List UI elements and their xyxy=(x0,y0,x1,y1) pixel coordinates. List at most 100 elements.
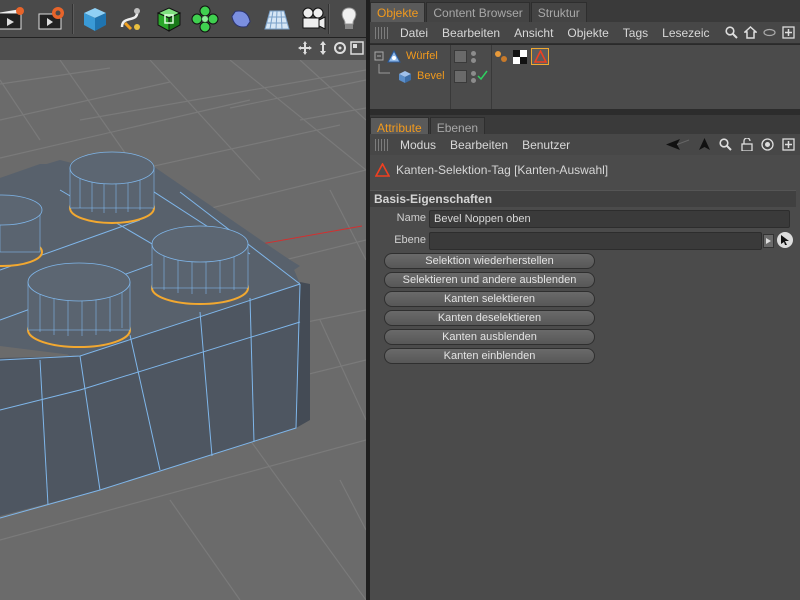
object-row-cube[interactable]: Würfel xyxy=(370,48,800,66)
unhide-edges-button[interactable]: Kanten einblenden xyxy=(384,348,595,364)
tab-structure[interactable]: Struktur xyxy=(530,2,587,22)
viewport-header xyxy=(0,38,366,60)
subdivision-surface-button[interactable] xyxy=(152,2,186,36)
dolly-icon[interactable] xyxy=(316,41,330,55)
spline-pen-icon xyxy=(120,8,140,31)
tab-content-browser[interactable]: Content Browser xyxy=(426,2,530,22)
camera-button[interactable] xyxy=(296,2,330,36)
lock-icon[interactable] xyxy=(739,137,754,152)
cube-object-button[interactable] xyxy=(78,2,112,36)
back-arrow-icon[interactable] xyxy=(665,137,691,152)
edge-selection-tag-icon xyxy=(534,50,547,63)
render-visibility-dot[interactable] xyxy=(471,78,476,83)
name-field-row: Name Bevel Noppen oben xyxy=(370,210,800,228)
menu-view[interactable]: Ansicht xyxy=(507,22,560,44)
new-window-icon[interactable] xyxy=(781,137,796,152)
menu-grip-icon[interactable] xyxy=(375,26,389,39)
layer-menu-arrow-icon[interactable] xyxy=(763,234,774,248)
new-window-icon[interactable] xyxy=(781,25,796,40)
object-manager-list: Würfel Bevel xyxy=(370,45,800,109)
hide-edges-button[interactable]: Kanten ausblenden xyxy=(384,329,595,345)
cloner-array-icon xyxy=(191,5,219,33)
attributes-menubar: Modus Bearbeiten Benutzer xyxy=(370,134,800,156)
tab-objects[interactable]: Objekte xyxy=(370,2,426,22)
toolbar-separator xyxy=(72,4,74,34)
menu-file[interactable]: Datei xyxy=(393,22,435,44)
viewport-scene xyxy=(0,60,366,600)
3d-viewport[interactable] xyxy=(0,38,366,600)
light-button[interactable] xyxy=(332,2,366,36)
checker-texture-tag-icon[interactable] xyxy=(513,50,527,64)
up-arrow-icon[interactable] xyxy=(697,137,712,152)
bevel-object-icon xyxy=(399,71,411,83)
search-icon[interactable] xyxy=(724,25,739,40)
attribute-manager-body: Kanten-Selektion-Tag [Kanten-Auswahl] Ba… xyxy=(370,155,800,600)
menu-bookmarks[interactable]: Lesezeic xyxy=(655,22,716,44)
select-and-hide-others-button[interactable]: Selektieren und andere ausblenden xyxy=(384,272,595,288)
target-icon[interactable] xyxy=(760,137,775,152)
pick-cursor-icon[interactable] xyxy=(777,232,793,248)
deselect-edges-button[interactable]: Kanten deselektieren xyxy=(384,310,595,326)
objects-menubar: Datei Bearbeiten Ansicht Objekte Tags Le… xyxy=(370,22,800,44)
camera-icon xyxy=(302,7,326,30)
deformer-icon xyxy=(231,10,251,28)
subdivision-cube-icon xyxy=(156,7,182,32)
layer-input[interactable] xyxy=(429,232,762,250)
checkmark-icon[interactable] xyxy=(477,69,488,82)
stud-left xyxy=(0,194,43,267)
spline-pen-button[interactable] xyxy=(114,2,148,36)
tree-expand-icon[interactable] xyxy=(374,51,386,63)
menu-objects[interactable]: Objekte xyxy=(560,22,615,44)
stud-front xyxy=(27,262,131,348)
selected-tag-frame[interactable] xyxy=(531,48,549,65)
select-edges-button[interactable]: Kanten selektieren xyxy=(384,291,595,307)
name-label: Name xyxy=(396,212,426,224)
editor-visibility-dot[interactable] xyxy=(471,51,476,56)
menu-mode[interactable]: Modus xyxy=(393,134,443,156)
polygon-object-icon xyxy=(387,50,401,63)
cube-icon xyxy=(84,8,106,31)
material-tag-icon[interactable] xyxy=(494,50,508,64)
layer-field-row: Ebene xyxy=(370,232,800,250)
light-bulb-icon xyxy=(341,7,357,29)
cloner-button[interactable] xyxy=(188,2,222,36)
layer-label: Ebene xyxy=(394,234,426,246)
stud-back xyxy=(69,151,155,224)
render-visibility-dot[interactable] xyxy=(471,58,476,63)
render-settings-button[interactable] xyxy=(34,2,68,36)
search-icon[interactable] xyxy=(718,137,733,152)
menu-grip-icon[interactable] xyxy=(375,138,389,151)
pan-icon[interactable] xyxy=(298,41,312,55)
render-view-button[interactable] xyxy=(0,2,30,36)
object-name-cube[interactable]: Würfel xyxy=(406,50,438,62)
tree-branch-icon xyxy=(378,64,390,74)
clapper-settings-icon xyxy=(38,7,64,30)
restore-selection-button[interactable]: Selektion wiederherstellen xyxy=(384,253,595,269)
menu-tags[interactable]: Tags xyxy=(616,22,655,44)
visibility-toggle[interactable] xyxy=(454,70,467,83)
rotate-icon[interactable] xyxy=(333,41,347,55)
deformer-button[interactable] xyxy=(224,2,258,36)
object-name-bevel[interactable]: Bevel xyxy=(417,70,445,82)
object-row-bevel[interactable]: Bevel xyxy=(370,64,800,86)
objects-tabbar: Objekte Content Browser Struktur xyxy=(370,0,800,22)
menu-edit[interactable]: Bearbeiten xyxy=(435,22,507,44)
floor-object-button[interactable] xyxy=(260,2,294,36)
menu-edit[interactable]: Bearbeiten xyxy=(443,134,515,156)
floor-plane-icon xyxy=(264,10,290,30)
home-icon[interactable] xyxy=(743,25,758,40)
menu-user[interactable]: Benutzer xyxy=(515,134,577,156)
editor-visibility-dot[interactable] xyxy=(471,71,476,76)
clapper-render-icon xyxy=(0,7,24,30)
tag-title-text: Kanten-Selektion-Tag [Kanten-Auswahl] xyxy=(396,163,609,177)
maximize-view-icon[interactable] xyxy=(350,41,364,55)
eye-icon[interactable] xyxy=(762,25,777,40)
tag-title: Kanten-Selektion-Tag [Kanten-Auswahl] xyxy=(375,163,608,177)
edge-selection-tag-icon xyxy=(375,163,390,177)
name-input[interactable]: Bevel Noppen oben xyxy=(429,210,790,228)
group-header-basic-properties[interactable]: Basis-Eigenschaften xyxy=(370,190,796,207)
toolbar-separator xyxy=(328,4,330,34)
stud-right xyxy=(151,225,249,305)
visibility-toggle[interactable] xyxy=(454,50,467,63)
main-toolbar xyxy=(0,0,366,38)
